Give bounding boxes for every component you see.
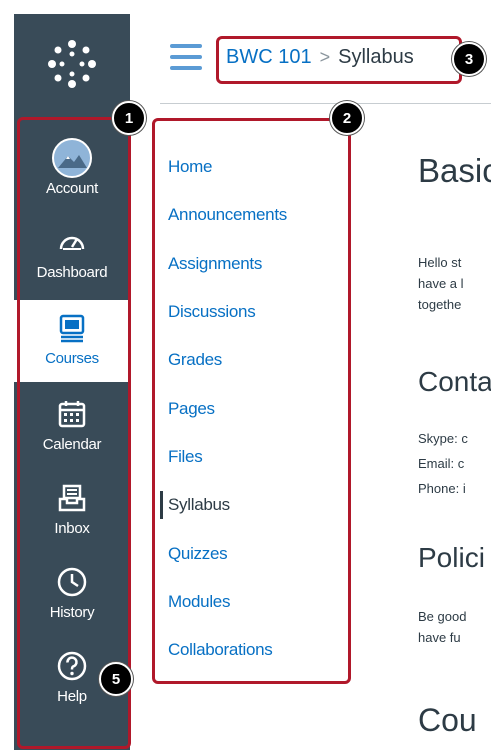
heading-basic: Basic bbox=[418, 152, 491, 189]
policy-line-2: have fu bbox=[418, 630, 461, 645]
callout-badge-2: 2 bbox=[330, 101, 364, 135]
heading-course: Cou bbox=[418, 702, 477, 738]
intro-line-3: togethe bbox=[418, 297, 462, 312]
callout-box-breadcrumb bbox=[216, 36, 462, 84]
header-divider bbox=[160, 103, 491, 104]
contact-line-phone: Phone: i bbox=[418, 481, 466, 496]
callout-box-global-nav bbox=[17, 117, 131, 749]
policy-line-1: Be good bbox=[418, 609, 467, 624]
contact-line-email: Email: c bbox=[418, 456, 465, 471]
callout-badge-5: 5 bbox=[99, 662, 133, 696]
hamburger-menu-icon[interactable] bbox=[170, 44, 202, 70]
callout-badge-1: 1 bbox=[112, 101, 146, 135]
callout-box-course-nav bbox=[152, 118, 351, 684]
syllabus-content: Basic Hello st have a l togethe Conta Sk… bbox=[418, 140, 491, 754]
heading-contact: Conta bbox=[418, 366, 491, 397]
heading-policies: Polici bbox=[418, 542, 485, 573]
intro-line-2: have a l bbox=[418, 276, 464, 291]
canvas-logo-icon[interactable] bbox=[14, 14, 130, 114]
callout-badge-3: 3 bbox=[452, 42, 486, 76]
contact-line-skype: Skype: c bbox=[418, 431, 468, 446]
intro-line-1: Hello st bbox=[418, 255, 462, 270]
